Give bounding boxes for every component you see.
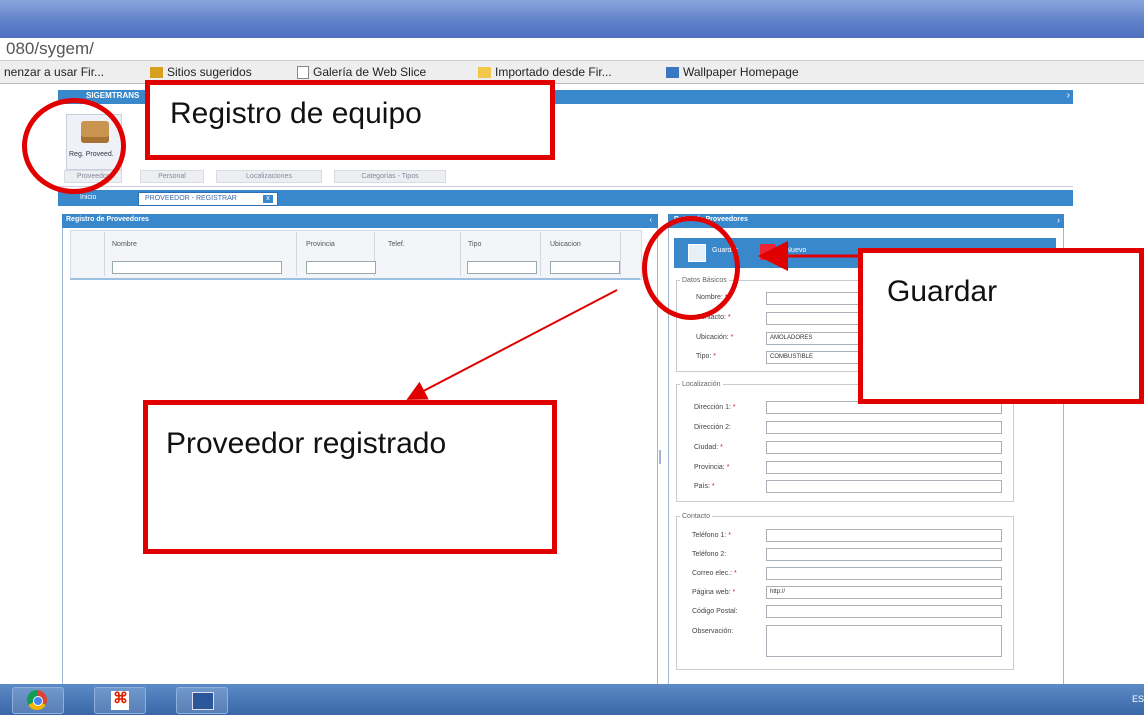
annotation-arrows — [406, 241, 860, 400]
arrow-to-proveedor — [406, 289, 618, 400]
